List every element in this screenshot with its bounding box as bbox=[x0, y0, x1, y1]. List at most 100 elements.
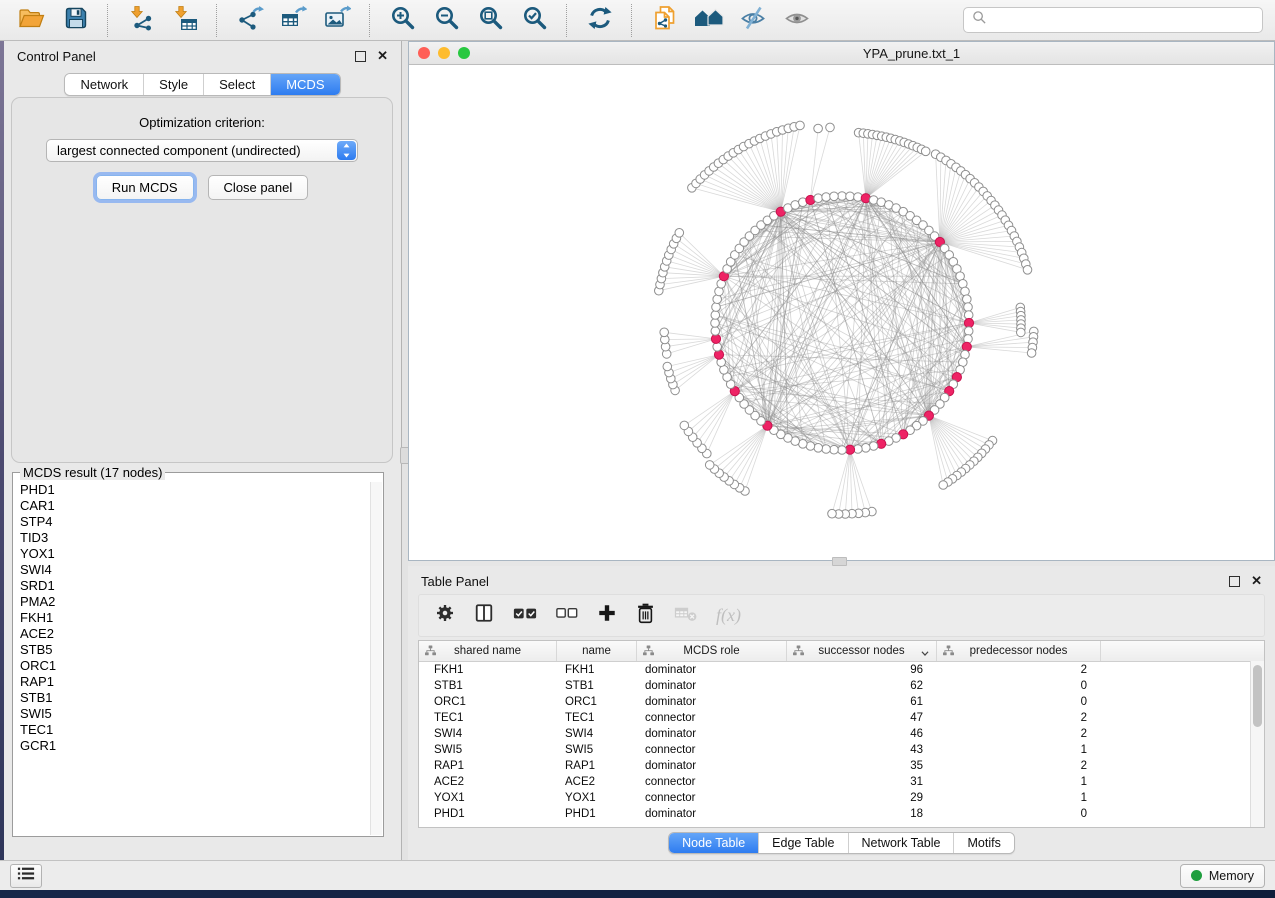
tab-motifs[interactable]: Motifs bbox=[954, 833, 1013, 853]
table-row[interactable]: SWI5SWI5connector431 bbox=[419, 742, 1264, 758]
column-header-predecessor-nodes[interactable]: predecessor nodes bbox=[937, 641, 1101, 661]
import-network-button[interactable] bbox=[121, 5, 160, 36]
table-row[interactable]: TEC1TEC1connector472 bbox=[419, 710, 1264, 726]
node-table: shared namename MCDS role successor nodesp… bbox=[418, 640, 1265, 828]
cell-predecessor-nodes: 2 bbox=[937, 728, 1101, 740]
cell-mcds-role: dominator bbox=[637, 808, 787, 820]
mcds-result-item[interactable]: PHD1 bbox=[20, 482, 383, 498]
tab-style[interactable]: Style bbox=[144, 74, 204, 95]
mcds-result-title: MCDS result (17 nodes) bbox=[20, 465, 165, 480]
cell-successor-nodes: 29 bbox=[787, 792, 937, 804]
mcds-result-item[interactable]: GCR1 bbox=[20, 738, 383, 754]
splitter-grip[interactable] bbox=[832, 557, 847, 566]
window-traffic-lights bbox=[418, 47, 470, 59]
export-network-button[interactable] bbox=[230, 5, 269, 36]
table-row[interactable]: ORC1ORC1dominator610 bbox=[419, 694, 1264, 710]
table-scrollbar-thumb[interactable] bbox=[1253, 665, 1262, 727]
table-row[interactable]: FKH1FKH1dominator962 bbox=[419, 662, 1264, 678]
column-header-name[interactable]: name bbox=[557, 641, 637, 661]
zoom-window-light[interactable] bbox=[458, 47, 470, 59]
export-table-button[interactable] bbox=[274, 5, 313, 36]
mcds-result-item[interactable]: CAR1 bbox=[20, 498, 383, 514]
tab-node-table[interactable]: Node Table bbox=[669, 833, 759, 853]
close-panel-icon[interactable]: ✕ bbox=[377, 51, 388, 61]
home-view-button[interactable] bbox=[689, 5, 728, 36]
table-row[interactable]: YOX1YOX1connector291 bbox=[419, 790, 1264, 806]
task-history-button[interactable] bbox=[10, 864, 42, 888]
zoom-fit-button[interactable] bbox=[471, 5, 510, 36]
gear-button[interactable] bbox=[435, 603, 455, 628]
export-image-button[interactable] bbox=[318, 5, 357, 36]
zoom-out-button[interactable] bbox=[427, 5, 466, 36]
network-canvas[interactable] bbox=[409, 64, 1274, 560]
mcds-result-item[interactable]: RAP1 bbox=[20, 674, 383, 690]
status-bar: Memory bbox=[0, 860, 1275, 890]
tab-mcds[interactable]: MCDS bbox=[271, 74, 339, 95]
mcds-list-scrollbar[interactable] bbox=[370, 482, 382, 835]
table-row[interactable]: SWI4SWI4dominator462 bbox=[419, 726, 1264, 742]
control-panel-title: Control Panel bbox=[17, 49, 96, 64]
select-checks-button[interactable] bbox=[513, 605, 537, 627]
search-input[interactable] bbox=[993, 12, 1254, 28]
zoom-in-button[interactable] bbox=[383, 5, 422, 36]
save-session-button[interactable] bbox=[56, 5, 95, 36]
column-header-successor-nodes[interactable]: successor nodes bbox=[787, 641, 937, 661]
control-panel-tabs: NetworkStyleSelectMCDS bbox=[64, 73, 340, 96]
table-row[interactable]: ACE2ACE2connector311 bbox=[419, 774, 1264, 790]
toolbar-icons bbox=[12, 4, 816, 37]
cell-shared-name: ORC1 bbox=[419, 696, 557, 708]
mcds-result-item[interactable]: TEC1 bbox=[20, 722, 383, 738]
run-mcds-button[interactable]: Run MCDS bbox=[96, 175, 194, 200]
add-button[interactable] bbox=[597, 603, 617, 628]
mcds-result-item[interactable]: TID3 bbox=[20, 530, 383, 546]
search-box[interactable] bbox=[963, 7, 1263, 33]
mcds-result-item[interactable]: YOX1 bbox=[20, 546, 383, 562]
table-row[interactable]: PHD1PHD1dominator180 bbox=[419, 806, 1264, 822]
hide-selected-button[interactable] bbox=[733, 5, 772, 36]
mcds-result-item[interactable]: ACE2 bbox=[20, 626, 383, 642]
tab-select[interactable]: Select bbox=[204, 74, 271, 95]
tab-network[interactable]: Network bbox=[65, 74, 144, 95]
tab-edge-table[interactable]: Edge Table bbox=[759, 833, 848, 853]
close-panel-icon[interactable]: ✕ bbox=[1251, 576, 1262, 586]
mcds-result-item[interactable]: STP4 bbox=[20, 514, 383, 530]
cell-predecessor-nodes: 0 bbox=[937, 696, 1101, 708]
mcds-result-item[interactable]: STB5 bbox=[20, 642, 383, 658]
float-panel-icon[interactable] bbox=[355, 51, 366, 62]
tab-network-table[interactable]: Network Table bbox=[849, 833, 955, 853]
network-window-titlebar[interactable]: YPA_prune.txt_1 bbox=[409, 42, 1274, 65]
mcds-result-item[interactable]: SRD1 bbox=[20, 578, 383, 594]
column-header-mcds-role[interactable]: MCDS role bbox=[637, 641, 787, 661]
import-table-button[interactable] bbox=[165, 5, 204, 36]
table-row[interactable]: RAP1RAP1dominator352 bbox=[419, 758, 1264, 774]
mcds-result-item[interactable]: STB1 bbox=[20, 690, 383, 706]
cell-shared-name: FKH1 bbox=[419, 664, 557, 676]
mcds-result-item[interactable]: PMA2 bbox=[20, 594, 383, 610]
show-all-button[interactable] bbox=[777, 5, 816, 36]
zoom-selected-button[interactable] bbox=[515, 5, 554, 36]
mcds-result-item[interactable]: SWI4 bbox=[20, 562, 383, 578]
column-label: MCDS role bbox=[683, 645, 739, 657]
refresh-icon bbox=[587, 5, 613, 36]
mcds-result-item[interactable]: ORC1 bbox=[20, 658, 383, 674]
table-row[interactable]: STB1STB1dominator620 bbox=[419, 678, 1264, 694]
float-panel-icon[interactable] bbox=[1229, 576, 1240, 587]
delete-button[interactable] bbox=[636, 603, 655, 629]
duplicate-network-button[interactable] bbox=[645, 5, 684, 36]
mcds-result-item[interactable]: SWI5 bbox=[20, 706, 383, 722]
clear-checks-button[interactable] bbox=[556, 606, 578, 626]
cell-predecessor-nodes: 2 bbox=[937, 664, 1101, 676]
mcds-result-list: PHD1CAR1STP4TID3YOX1SWI4SRD1PMA2FKH1ACE2… bbox=[13, 480, 383, 754]
optimization-criterion-select[interactable]: largest connected component (undirected) bbox=[46, 139, 358, 162]
table-scrollbar[interactable] bbox=[1250, 661, 1264, 827]
column-type-icon bbox=[793, 645, 804, 659]
close-window-light[interactable] bbox=[418, 47, 430, 59]
refresh-button[interactable] bbox=[580, 5, 619, 36]
mcds-result-item[interactable]: FKH1 bbox=[20, 610, 383, 626]
memory-button[interactable]: Memory bbox=[1180, 864, 1265, 888]
columns-button[interactable] bbox=[474, 603, 494, 628]
minimize-window-light[interactable] bbox=[438, 47, 450, 59]
open-file-button[interactable] bbox=[12, 5, 51, 36]
close-panel-button[interactable]: Close panel bbox=[208, 175, 309, 200]
column-header-shared-name[interactable]: shared name bbox=[419, 641, 557, 661]
